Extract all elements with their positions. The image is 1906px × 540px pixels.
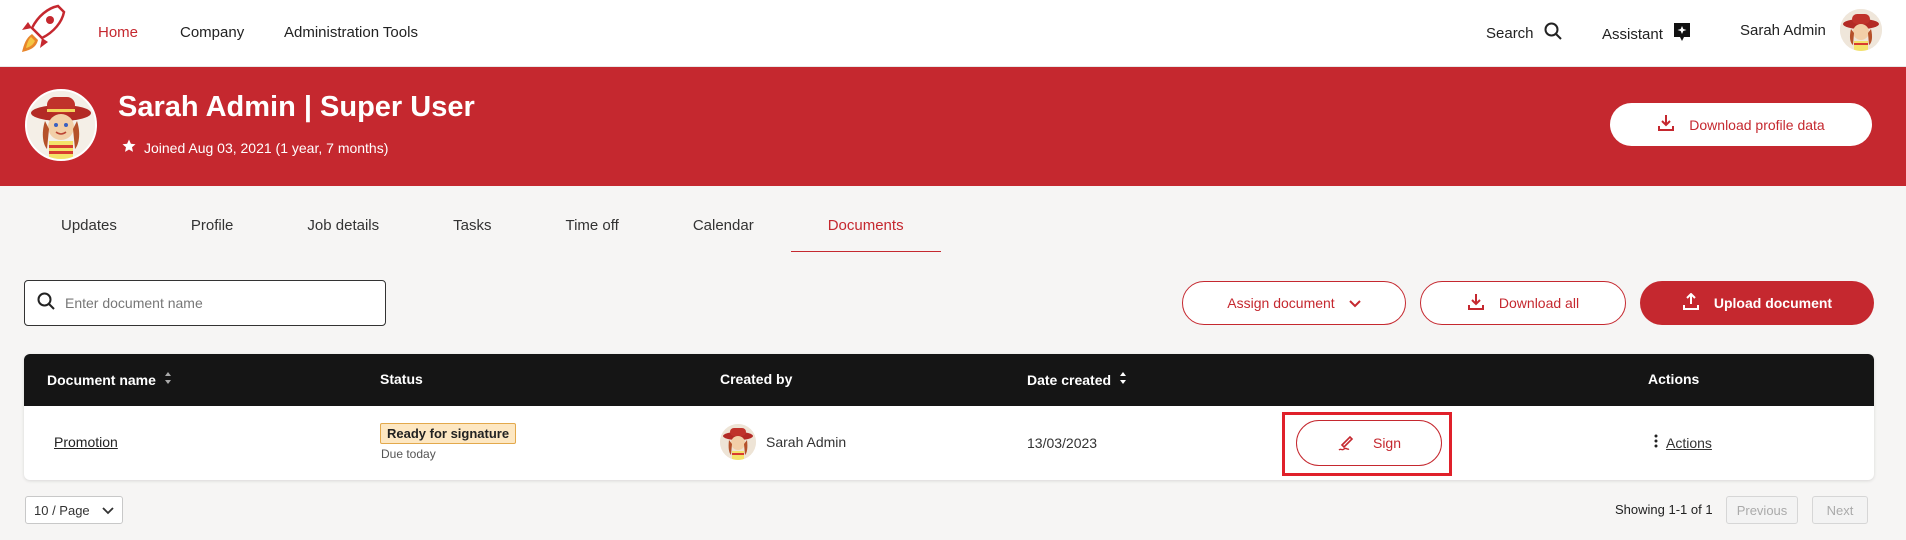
assistant-label: Assistant — [1602, 25, 1663, 43]
download-profile-data-button[interactable]: Download profile data — [1610, 103, 1872, 146]
profile-title: Sarah Admin | Super User — [118, 91, 475, 123]
tab-updates[interactable]: Updates — [24, 203, 154, 252]
assign-document-label: Assign document — [1227, 295, 1335, 311]
page-size-select[interactable]: 10 / Page — [25, 496, 123, 524]
assistant-button[interactable]: Assistant — [1602, 22, 1691, 46]
sort-icon — [164, 371, 172, 388]
column-actions: Actions — [1648, 371, 1699, 387]
profile-avatar — [25, 89, 97, 161]
download-all-label: Download all — [1498, 295, 1580, 311]
joined-text: Joined Aug 03, 2021 (1 year, 7 months) — [144, 139, 389, 156]
tab-job-details[interactable]: Job details — [270, 203, 416, 252]
creator-name: Sarah Admin — [766, 434, 847, 450]
download-icon — [1467, 293, 1485, 314]
chevron-down-icon — [1348, 295, 1361, 311]
column-status: Status — [380, 371, 423, 387]
sign-label: Sign — [1372, 435, 1402, 451]
column-document-name[interactable]: Document name — [47, 371, 172, 388]
search-icon — [1544, 22, 1562, 44]
sign-button[interactable]: Sign — [1296, 420, 1442, 466]
previous-page-button[interactable]: Previous — [1726, 496, 1798, 524]
pagination-summary: Showing 1-1 of 1 — [1615, 502, 1713, 517]
tab-calendar[interactable]: Calendar — [656, 203, 791, 252]
joined-info: Joined Aug 03, 2021 (1 year, 7 months) — [122, 139, 388, 156]
star-icon — [122, 139, 136, 156]
table-header: Document name Status Created by Date cre… — [24, 354, 1874, 406]
column-created-by: Created by — [720, 371, 792, 387]
tab-tasks[interactable]: Tasks — [416, 203, 528, 252]
row-actions-label: Actions — [1666, 434, 1712, 451]
row-actions-menu[interactable]: Actions — [1654, 434, 1712, 451]
search-button[interactable]: Search — [1486, 22, 1562, 44]
creator-avatar — [720, 424, 756, 460]
created-by: Sarah Admin — [720, 424, 846, 460]
page-size-value: 10 / Page — [34, 502, 90, 518]
tab-documents[interactable]: Documents — [790, 203, 941, 252]
status-due-note: Due today — [381, 447, 436, 461]
download-all-button[interactable]: Download all — [1420, 281, 1626, 325]
column-actions-label: Actions — [1648, 371, 1700, 387]
upload-document-button[interactable]: Upload document — [1640, 281, 1874, 325]
profile-tabs: Updates Profile Job details Tasks Time o… — [24, 203, 941, 252]
assign-document-button[interactable]: Assign document — [1182, 281, 1406, 325]
column-created-by-label: Created by — [720, 371, 793, 387]
document-name-link[interactable]: Promotion — [54, 434, 118, 450]
download-icon — [1657, 114, 1675, 135]
column-date-created-label: Date created — [1027, 371, 1112, 388]
tab-time-off[interactable]: Time off — [528, 203, 655, 252]
nav-company-link[interactable]: Company — [180, 24, 244, 41]
documents-table: Document name Status Created by Date cre… — [24, 354, 1874, 480]
chevron-down-icon — [102, 503, 114, 518]
search-label: Search — [1486, 24, 1534, 42]
table-row: Promotion Ready for signature Due today … — [24, 406, 1874, 480]
nav-administration-tools-link[interactable]: Administration Tools — [284, 24, 418, 41]
tab-profile[interactable]: Profile — [154, 203, 271, 252]
user-menu-name[interactable]: Sarah Admin — [1740, 22, 1826, 39]
rocket-logo-icon[interactable] — [14, 2, 68, 56]
status-badge: Ready for signature — [380, 423, 517, 444]
profile-banner: Sarah Admin | Super User Joined Aug 03, … — [0, 67, 1906, 186]
signature-pen-icon — [1337, 432, 1357, 455]
date-created: 13/03/2023 — [1027, 435, 1098, 451]
user-avatar[interactable] — [1840, 9, 1882, 51]
upload-document-label: Upload document — [1713, 295, 1833, 311]
nav-home-link[interactable]: Home — [98, 24, 138, 41]
assistant-sparkle-icon — [1673, 22, 1691, 46]
top-navigation: Home Company Administration Tools Search… — [0, 0, 1906, 67]
download-profile-label: Download profile data — [1689, 116, 1825, 133]
upload-icon — [1682, 292, 1700, 314]
document-search-box — [24, 280, 386, 326]
column-date-created[interactable]: Date created — [1027, 371, 1127, 388]
more-vertical-icon — [1654, 434, 1658, 451]
next-page-button[interactable]: Next — [1812, 496, 1868, 524]
sort-icon — [1119, 371, 1127, 388]
column-status-label: Status — [380, 371, 423, 387]
document-search-input[interactable] — [65, 295, 365, 311]
column-document-name-label: Document name — [47, 371, 156, 388]
search-icon — [37, 292, 55, 315]
